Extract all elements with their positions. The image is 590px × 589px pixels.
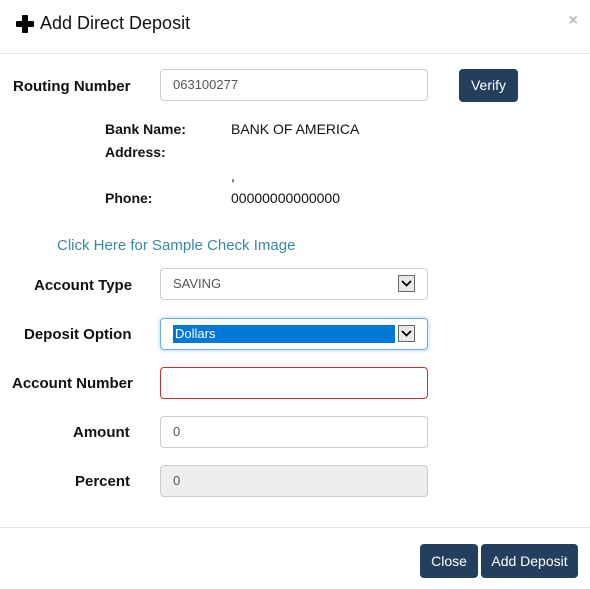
chevron-down-icon[interactable] <box>398 275 415 292</box>
account-number-label: Account Number <box>12 375 133 392</box>
address-label: Address: <box>105 144 166 160</box>
bank-name-label: Bank Name: <box>105 121 186 137</box>
chevron-down-icon[interactable] <box>398 325 415 342</box>
plus-icon <box>16 14 34 33</box>
add-deposit-button[interactable]: Add Deposit <box>481 544 578 578</box>
address-value: , <box>231 168 235 184</box>
verify-button[interactable]: Verify <box>459 69 518 102</box>
phone-label: Phone: <box>105 190 153 206</box>
account-type-select[interactable]: SAVING <box>160 268 428 300</box>
deposit-option-select[interactable]: Dollars <box>160 318 428 350</box>
account-type-value: SAVING <box>173 276 222 291</box>
close-icon[interactable]: × <box>569 12 578 30</box>
dialog-title: Add Direct Deposit <box>16 13 190 34</box>
amount-label: Amount <box>73 424 130 441</box>
percent-input: 0 <box>160 465 428 497</box>
footer-divider <box>0 527 590 528</box>
routing-number-label: Routing Number <box>13 78 131 95</box>
deposit-option-label: Deposit Option <box>24 326 132 343</box>
dialog-title-text: Add Direct Deposit <box>40 13 191 33</box>
deposit-option-value: Dollars <box>173 325 395 343</box>
account-number-input[interactable] <box>160 367 428 399</box>
percent-label: Percent <box>75 473 131 490</box>
close-button[interactable]: Close <box>420 544 478 578</box>
amount-input[interactable]: 0 <box>160 416 428 448</box>
account-type-label: Account Type <box>34 277 133 294</box>
phone-value: 00000000000000 <box>231 190 341 206</box>
dialog-header: Add Direct Deposit × <box>0 0 590 54</box>
routing-number-input[interactable]: 063100277 <box>160 69 428 101</box>
bank-name-value: BANK OF AMERICA <box>231 121 360 137</box>
sample-check-link[interactable]: Click Here for Sample Check Image <box>57 237 295 254</box>
